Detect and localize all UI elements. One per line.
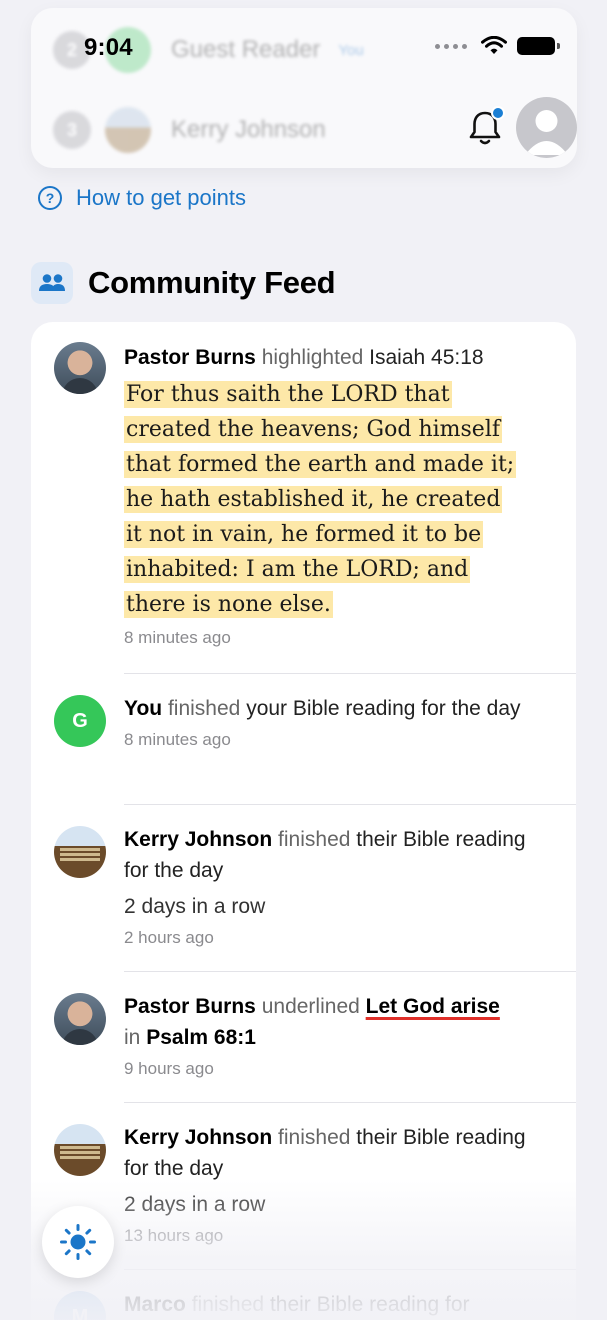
leaderboard-row[interactable]: 3 Kerry Johnson xyxy=(53,100,326,160)
battery-icon xyxy=(517,37,560,55)
verse-line: inhabited: I am the LORD; and xyxy=(124,556,471,583)
action-text: finished xyxy=(167,697,241,720)
question-circle-icon: ? xyxy=(38,186,62,210)
feed-item-headline: Kerry Johnson finished their Bible readi… xyxy=(124,1122,544,1184)
how-to-get-points-link[interactable]: ? How to get points xyxy=(38,185,246,211)
user-name[interactable]: Pastor Burns xyxy=(124,995,256,1018)
you-tag: You xyxy=(338,41,364,59)
page-title: Community Feed xyxy=(88,265,336,300)
user-name[interactable]: Marco xyxy=(124,1293,186,1316)
people-icon xyxy=(31,262,73,304)
verse-reference[interactable]: Psalm 68:1 xyxy=(146,1026,256,1049)
divider xyxy=(124,1102,576,1103)
divider xyxy=(124,971,576,972)
divider xyxy=(124,673,576,674)
status-time: 9:04 xyxy=(84,34,133,61)
avatar xyxy=(105,107,151,153)
notification-badge xyxy=(491,106,505,120)
avatar: M xyxy=(54,1291,106,1320)
verse-line: that formed the earth and made it; xyxy=(124,451,517,478)
divider xyxy=(124,1269,576,1270)
verse-line: For thus saith the LORD that xyxy=(124,381,452,408)
how-to-get-points-label: How to get points xyxy=(76,185,246,210)
in-word: in xyxy=(124,1026,141,1049)
timestamp: 8 minutes ago xyxy=(124,628,231,647)
feed-item-headline: Kerry Johnson finished their Bible readi… xyxy=(124,824,544,886)
profile-avatar-button[interactable] xyxy=(516,97,577,158)
verse-line: he hath established it, he created xyxy=(124,486,503,513)
user-name[interactable]: Kerry Johnson xyxy=(124,828,272,851)
underlined-phrase[interactable]: Let God arise xyxy=(366,995,500,1018)
wifi-icon xyxy=(481,36,507,54)
leaderboard-name: Kerry Johnson xyxy=(171,116,326,143)
feed-item-headline: You finished your Bible reading for the … xyxy=(124,693,544,724)
action-text: finished xyxy=(278,828,351,851)
streak-text: 2 days in a row xyxy=(124,895,266,918)
timestamp: 9 hours ago xyxy=(124,1059,214,1078)
signal-dots-icon xyxy=(435,43,467,49)
user-name[interactable]: Kerry Johnson xyxy=(124,1126,272,1149)
leaderboard-name: Guest Reader xyxy=(171,36,321,63)
streak-text: 2 days in a row xyxy=(124,1193,266,1216)
feed-item-headline: Marco finished their Bible reading for xyxy=(124,1289,544,1320)
sun-icon xyxy=(60,1224,96,1260)
verse-reference[interactable]: Isaiah 45:18 xyxy=(369,346,483,369)
avatar: G xyxy=(54,695,106,747)
verse-line: there is none else. xyxy=(124,591,333,618)
verse-line: it not in vain, he formed it to be xyxy=(124,521,484,548)
timestamp: 13 hours ago xyxy=(124,1226,224,1245)
timestamp: 8 minutes ago xyxy=(124,730,231,749)
highlighted-verse[interactable]: For thus saith the LORD that created the… xyxy=(124,377,544,622)
avatar xyxy=(54,342,106,394)
feed-card: Pastor Burns highlighted Isaiah 45:18 Fo… xyxy=(31,322,576,1320)
feed-item-headline: Pastor Burns highlighted Isaiah 45:18 xyxy=(124,342,544,373)
avatar xyxy=(54,993,106,1045)
status-icons xyxy=(435,36,560,56)
action-text: finished xyxy=(278,1126,351,1149)
verse-line: created the heavens; God himself xyxy=(124,416,502,443)
feed-item-headline: Pastor Burns underlined Let God arise in… xyxy=(124,991,544,1053)
user-name[interactable]: Pastor Burns xyxy=(124,346,256,369)
rank-badge: 3 xyxy=(53,111,91,149)
divider xyxy=(124,804,576,805)
avatar xyxy=(54,826,106,878)
action-text: underlined xyxy=(261,995,360,1018)
action-text: finished xyxy=(191,1293,265,1316)
feed-header: Community Feed xyxy=(31,262,336,304)
activity-text: your Bible reading for the day xyxy=(246,697,521,720)
profile-icon xyxy=(525,110,568,155)
action-text: highlighted xyxy=(261,346,364,369)
user-name[interactable]: You xyxy=(124,697,162,720)
avatar xyxy=(54,1124,106,1176)
activity-text: their Bible reading for xyxy=(269,1293,470,1316)
timestamp: 2 hours ago xyxy=(124,928,214,947)
theme-toggle-button[interactable] xyxy=(42,1206,114,1278)
